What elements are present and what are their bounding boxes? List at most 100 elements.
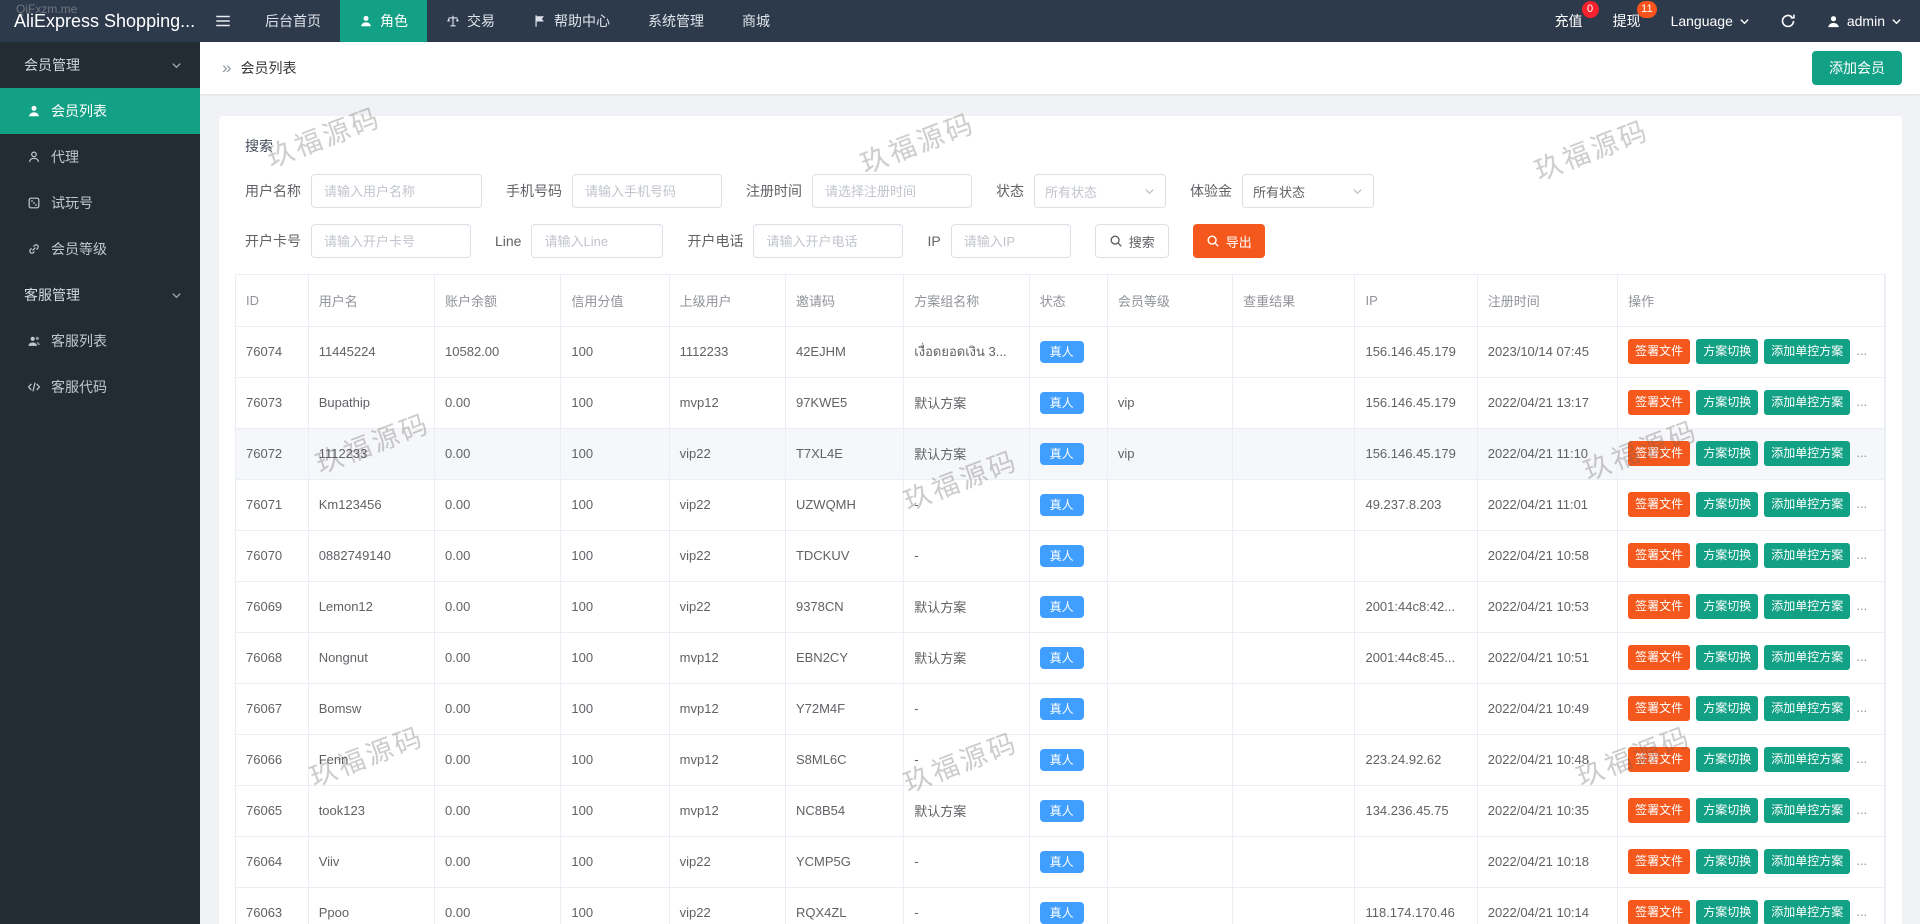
- add-single-control-plan-button[interactable]: 添加单控方案: [1764, 594, 1850, 618]
- sidebar-item-0-0[interactable]: 会员列表: [0, 88, 200, 134]
- sign-file-button[interactable]: 签署文件: [1628, 645, 1690, 669]
- top-navbar: AliExpress Shopping... 后台首页 角色交易帮助中心系统管理商…: [0, 0, 1920, 42]
- add-single-control-plan-button[interactable]: 添加单控方案: [1764, 492, 1850, 516]
- more-actions[interactable]: ...: [1856, 649, 1867, 664]
- sidebar-group-1[interactable]: 客服管理: [0, 272, 200, 318]
- nav-item-label: 角色: [380, 11, 408, 31]
- sign-file-button[interactable]: 签署文件: [1628, 798, 1690, 822]
- add-single-control-plan-button[interactable]: 添加单控方案: [1764, 849, 1850, 873]
- add-single-control-plan-button[interactable]: 添加单控方案: [1764, 441, 1850, 465]
- plan-switch-button[interactable]: 方案切换: [1696, 645, 1758, 669]
- search-button-label: 搜索: [1129, 232, 1155, 251]
- cell-status: 真人: [1029, 326, 1107, 377]
- plan-switch-button[interactable]: 方案切换: [1696, 900, 1758, 924]
- nav-item-4[interactable]: 系统管理: [629, 0, 723, 42]
- sign-file-button[interactable]: 签署文件: [1628, 900, 1690, 924]
- sign-file-button[interactable]: 签署文件: [1628, 339, 1690, 363]
- plan-switch-button[interactable]: 方案切换: [1696, 747, 1758, 771]
- add-single-control-plan-button[interactable]: 添加单控方案: [1764, 696, 1850, 720]
- card-number-input[interactable]: [311, 224, 471, 258]
- export-button[interactable]: 导出: [1193, 224, 1265, 258]
- cell-invite_code: 9378CN: [785, 581, 903, 632]
- more-actions[interactable]: ...: [1856, 343, 1867, 358]
- cell-id: 76064: [236, 836, 308, 887]
- more-actions[interactable]: ...: [1856, 853, 1867, 868]
- search-button[interactable]: 搜索: [1095, 224, 1169, 258]
- sidebar-group-0[interactable]: 会员管理: [0, 42, 200, 88]
- field-label: 状态: [996, 181, 1024, 201]
- field-label: 用户名称: [245, 181, 301, 201]
- cell-plan_group: -: [904, 836, 1029, 887]
- breadcrumb[interactable]: 会员列表: [240, 58, 296, 78]
- username-input[interactable]: [311, 174, 482, 208]
- sidebar-item-0-1[interactable]: 代理: [0, 134, 200, 180]
- sidebar-item-1-0[interactable]: 客服列表: [0, 318, 200, 364]
- plan-switch-button[interactable]: 方案切换: [1696, 696, 1758, 720]
- add-single-control-plan-button[interactable]: 添加单控方案: [1764, 339, 1850, 363]
- plan-switch-button[interactable]: 方案切换: [1696, 390, 1758, 414]
- add-single-control-plan-button[interactable]: 添加单控方案: [1764, 798, 1850, 822]
- plan-switch-button[interactable]: 方案切换: [1696, 798, 1758, 822]
- cell-reg_time: 2022/04/21 10:48: [1477, 734, 1617, 785]
- add-single-control-plan-button[interactable]: 添加单控方案: [1764, 900, 1850, 924]
- more-actions[interactable]: ...: [1856, 802, 1867, 817]
- app-logo: AliExpress Shopping...: [0, 0, 200, 42]
- cell-id: 76071: [236, 479, 308, 530]
- more-actions[interactable]: ...: [1856, 496, 1867, 511]
- sign-file-button[interactable]: 签署文件: [1628, 390, 1690, 414]
- sidebar-item-1-1[interactable]: 客服代码: [0, 364, 200, 410]
- hamburger-menu-icon[interactable]: [200, 0, 246, 42]
- line-input[interactable]: [531, 224, 663, 258]
- more-actions[interactable]: ...: [1856, 904, 1867, 919]
- nav-item-0[interactable]: 后台首页: [246, 0, 340, 42]
- plan-switch-button[interactable]: 方案切换: [1696, 594, 1758, 618]
- nav-item-2[interactable]: 交易: [427, 0, 514, 42]
- add-single-control-plan-button[interactable]: 添加单控方案: [1764, 645, 1850, 669]
- cell-reg_time: 2022/04/21 10:58: [1477, 530, 1617, 581]
- add-single-control-plan-button[interactable]: 添加单控方案: [1764, 747, 1850, 771]
- add-single-control-plan-button[interactable]: 添加单控方案: [1764, 543, 1850, 567]
- cell-credit: 100: [561, 836, 669, 887]
- nav-item-label: 商城: [742, 11, 770, 31]
- plan-switch-button[interactable]: 方案切换: [1696, 543, 1758, 567]
- chevron-down-icon: [171, 60, 182, 71]
- sign-file-button[interactable]: 签署文件: [1628, 696, 1690, 720]
- account-phone-input[interactable]: [753, 224, 903, 258]
- refresh-icon[interactable]: [1780, 13, 1796, 29]
- more-actions[interactable]: ...: [1856, 598, 1867, 613]
- phone-input[interactable]: [572, 174, 722, 208]
- sidebar-item-0-2[interactable]: 试玩号: [0, 180, 200, 226]
- cell-level: [1107, 581, 1232, 632]
- more-actions[interactable]: ...: [1856, 700, 1867, 715]
- plan-switch-button[interactable]: 方案切换: [1696, 441, 1758, 465]
- more-actions[interactable]: ...: [1856, 751, 1867, 766]
- sign-file-button[interactable]: 签署文件: [1628, 849, 1690, 873]
- admin-dropdown[interactable]: admin: [1826, 13, 1902, 29]
- sidebar-item-0-3[interactable]: 会员等级: [0, 226, 200, 272]
- more-actions[interactable]: ...: [1856, 445, 1867, 460]
- sign-file-button[interactable]: 签署文件: [1628, 594, 1690, 618]
- language-dropdown[interactable]: Language: [1671, 13, 1750, 29]
- more-actions[interactable]: ...: [1856, 547, 1867, 562]
- ip-input[interactable]: [951, 224, 1071, 258]
- nav-item-1[interactable]: 角色: [340, 0, 427, 42]
- plan-switch-button[interactable]: 方案切换: [1696, 849, 1758, 873]
- withdraw-nav-item[interactable]: 提现 11: [1613, 11, 1641, 31]
- nav-item-5[interactable]: 商城: [723, 0, 789, 42]
- trial-fund-select[interactable]: 所有状态: [1242, 174, 1374, 208]
- cell-level: [1107, 530, 1232, 581]
- status-select[interactable]: 所有状态: [1034, 174, 1166, 208]
- nav-item-3[interactable]: 帮助中心: [514, 0, 629, 42]
- sign-file-button[interactable]: 签署文件: [1628, 543, 1690, 567]
- sign-file-button[interactable]: 签署文件: [1628, 441, 1690, 465]
- add-member-button[interactable]: 添加会员: [1812, 51, 1902, 85]
- cell-credit: 100: [561, 581, 669, 632]
- add-single-control-plan-button[interactable]: 添加单控方案: [1764, 390, 1850, 414]
- plan-switch-button[interactable]: 方案切换: [1696, 339, 1758, 363]
- recharge-nav-item[interactable]: 充值 0: [1555, 11, 1583, 31]
- reg-time-input[interactable]: [812, 174, 972, 208]
- more-actions[interactable]: ...: [1856, 394, 1867, 409]
- plan-switch-button[interactable]: 方案切换: [1696, 492, 1758, 516]
- sign-file-button[interactable]: 签署文件: [1628, 747, 1690, 771]
- sign-file-button[interactable]: 签署文件: [1628, 492, 1690, 516]
